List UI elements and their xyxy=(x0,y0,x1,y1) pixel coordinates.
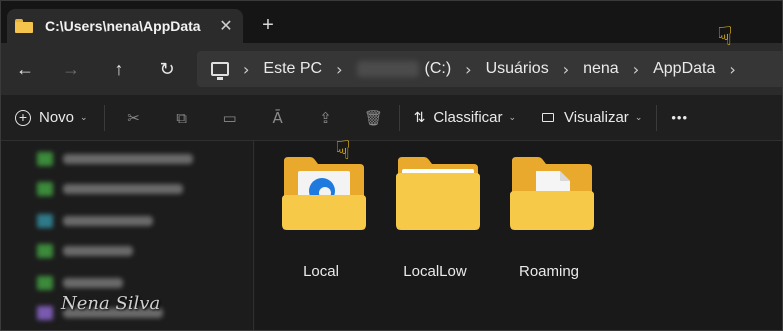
sort-button[interactable]: ⇅ Classificar ⌄ xyxy=(414,109,516,126)
back-button[interactable]: ← xyxy=(13,57,37,81)
breadcrumb-separator: › xyxy=(465,59,472,79)
breadcrumb-nena[interactable]: nena xyxy=(583,60,619,78)
view-icon xyxy=(542,113,555,122)
nav-item-blurred[interactable] xyxy=(37,243,133,259)
title-bar: C:\Users\nena\AppData ✕ + xyxy=(1,1,782,43)
nav-item-blurred[interactable] xyxy=(37,181,183,197)
folder-view: Local LocalLow Roaming ☟ xyxy=(255,137,782,330)
cut-icon[interactable]: ✂ xyxy=(123,107,145,129)
divider xyxy=(103,104,105,131)
folder-icon xyxy=(15,19,33,33)
folder-locallow[interactable]: LocalLow xyxy=(380,155,490,280)
sort-label: Classificar xyxy=(433,109,503,126)
sort-icon: ⇅ xyxy=(413,109,426,126)
navigation-bar: ← → ↑ ↻ › Este PC › (C:) › Usuários › ne… xyxy=(1,23,782,95)
nav-item-blurred[interactable] xyxy=(37,275,123,291)
chevron-down-icon: ⌄ xyxy=(508,112,517,122)
plus-circle-icon: + xyxy=(15,109,31,126)
close-icon[interactable]: ✕ xyxy=(215,16,237,36)
breadcrumb-appdata[interactable]: AppData xyxy=(653,60,715,78)
nav-item-blurred[interactable] xyxy=(37,213,153,229)
folder-local[interactable]: Local xyxy=(266,155,376,280)
breadcrumb-drive-c[interactable]: (C:) xyxy=(425,60,452,78)
breadcrumb-separator: › xyxy=(336,59,343,79)
view-label: Visualizar xyxy=(564,109,629,126)
more-options-button[interactable]: ••• xyxy=(671,110,688,125)
rename-icon[interactable]: Ā xyxy=(267,107,289,129)
share-icon[interactable]: ⇪ xyxy=(315,107,337,129)
command-bar: + Novo ⌄ ✂ ⧉ ▭ Ā ⇪ 🗑 ⇅ Classificar ⌄ Vis… xyxy=(1,95,782,141)
breadcrumb-separator: › xyxy=(632,59,640,79)
tab-appdata[interactable]: C:\Users\nena\AppData ✕ xyxy=(7,9,243,43)
new-tab-button[interactable]: + xyxy=(257,13,279,37)
copy-icon[interactable]: ⧉ xyxy=(171,107,193,129)
file-explorer-window: C:\Users\nena\AppData ✕ + ← → ↑ ↻ › Este… xyxy=(0,0,783,331)
tab-title: C:\Users\nena\AppData xyxy=(45,18,201,34)
folder-icon xyxy=(282,157,366,230)
watermark-signature: Nena Silva xyxy=(61,293,161,314)
nav-item-blurred[interactable] xyxy=(37,151,193,167)
new-label: Novo xyxy=(39,109,75,126)
breadcrumb-separator: › xyxy=(729,59,736,79)
folder-label: Roaming xyxy=(518,263,580,280)
folder-label: LocalLow xyxy=(403,263,467,280)
breadcrumb-este-pc[interactable]: Este PC xyxy=(263,60,322,78)
address-bar[interactable]: › Este PC › (C:) › Usuários › nena › App… xyxy=(197,51,782,87)
folder-icon xyxy=(396,157,480,230)
chevron-down-icon: ⌄ xyxy=(634,112,643,122)
divider xyxy=(656,104,658,131)
breadcrumb-usuarios[interactable]: Usuários xyxy=(486,60,549,78)
up-button[interactable]: ↑ xyxy=(107,57,131,81)
folder-icon xyxy=(510,157,594,230)
breadcrumb-separator: › xyxy=(562,59,570,79)
new-button[interactable]: + Novo ⌄ xyxy=(15,109,88,126)
view-button[interactable]: Visualizar ⌄ xyxy=(542,109,642,126)
forward-button[interactable]: → xyxy=(59,57,83,81)
paste-icon[interactable]: ▭ xyxy=(219,107,241,129)
refresh-button[interactable]: ↻ xyxy=(155,57,179,81)
folder-roaming[interactable]: Roaming xyxy=(494,155,604,280)
chevron-down-icon: ⌄ xyxy=(80,112,88,122)
pointing-hand-icon: ☟ xyxy=(717,21,733,51)
pointing-hand-icon: ☟ xyxy=(335,135,351,165)
divider xyxy=(398,104,400,131)
monitor-icon xyxy=(211,62,229,80)
blurred-drive-name xyxy=(356,61,419,77)
breadcrumb-separator: › xyxy=(243,59,250,79)
delete-icon[interactable]: 🗑 xyxy=(363,107,385,129)
folder-label: Local xyxy=(303,263,339,280)
